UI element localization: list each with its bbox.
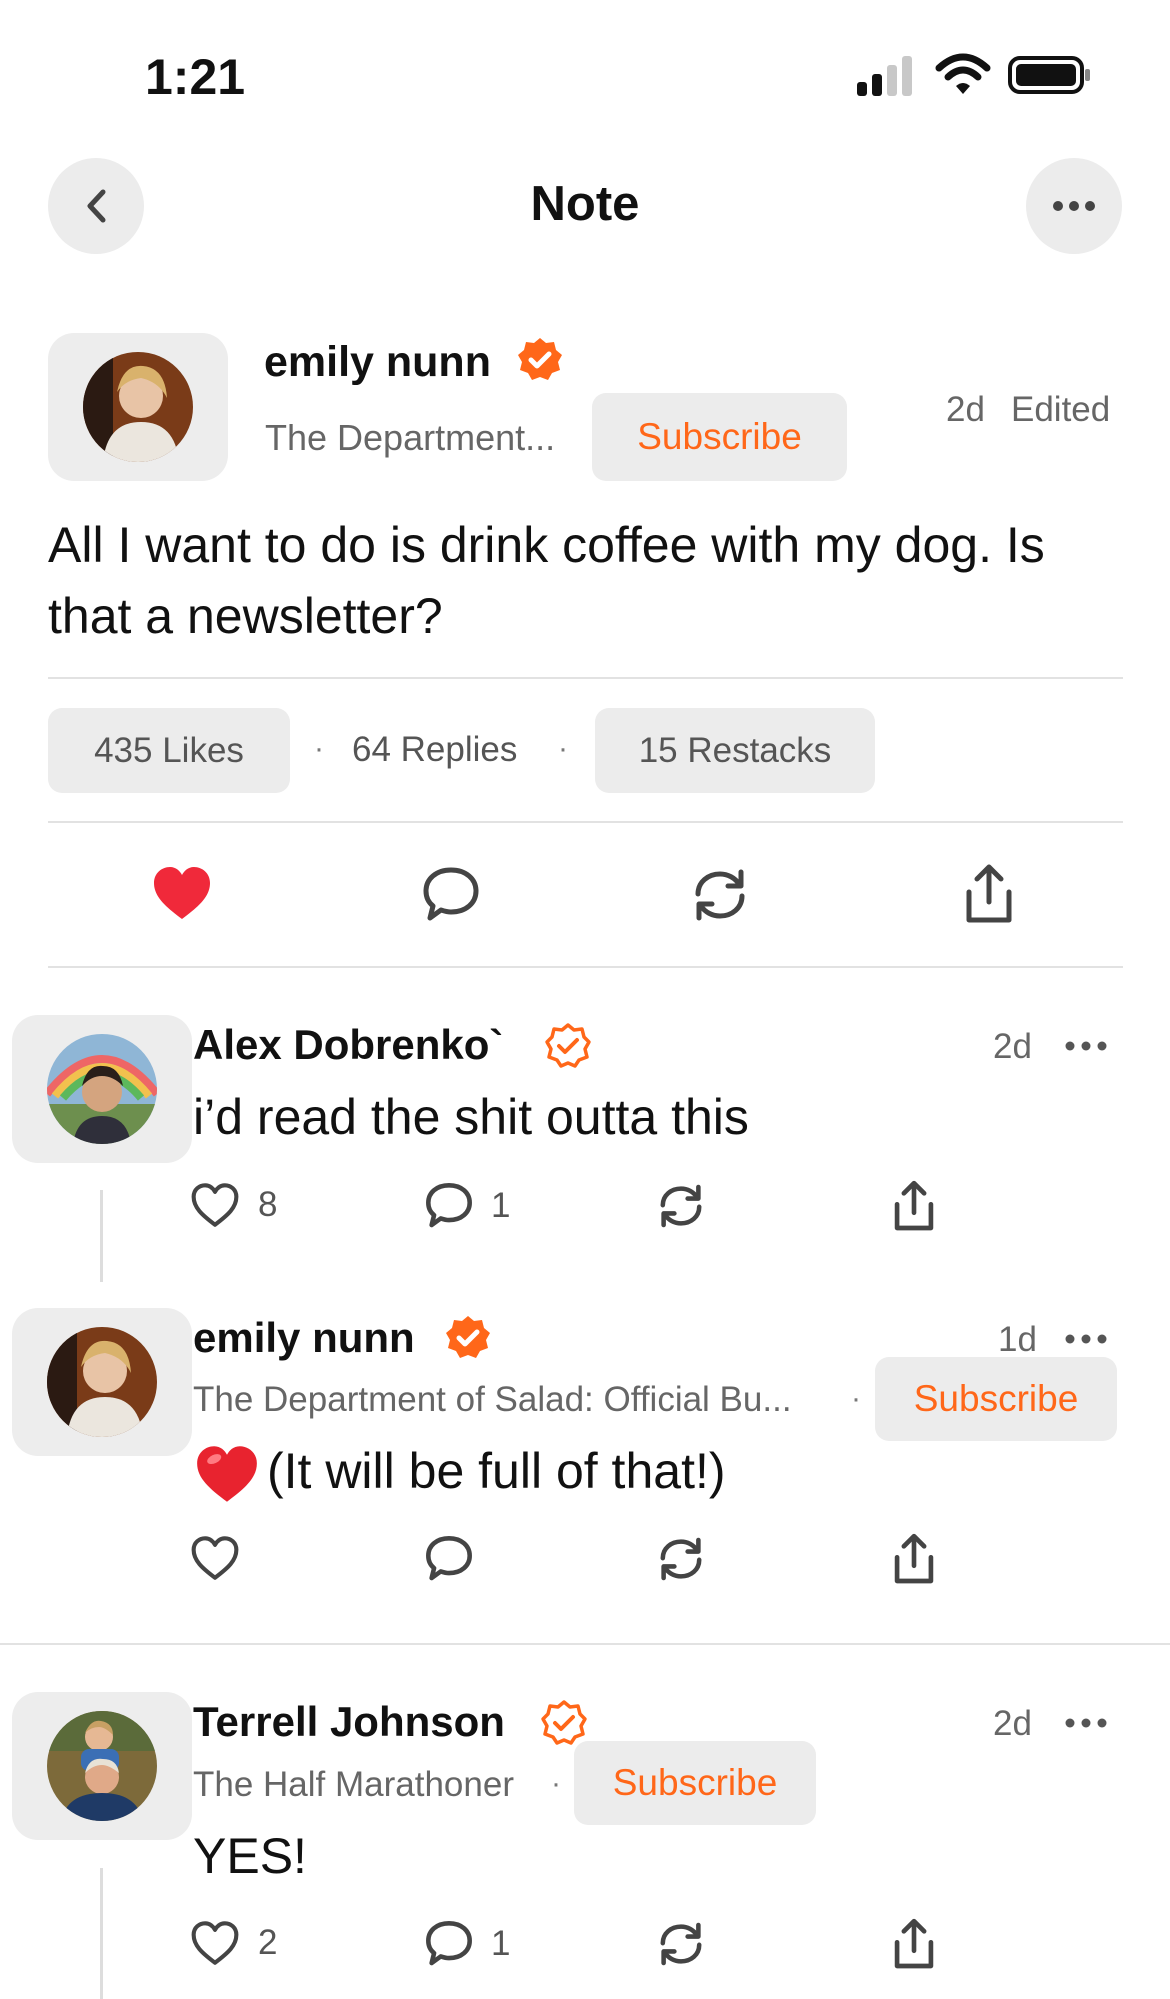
reply-comment-button[interactable]	[425, 1535, 473, 1583]
heart-outline-icon	[191, 1536, 239, 1580]
battery-icon	[1008, 56, 1090, 94]
verified-badge-icon	[518, 338, 562, 380]
subscribe-button[interactable]: Subscribe	[875, 1357, 1117, 1441]
reply-like-button[interactable]: 8	[190, 1182, 277, 1228]
restack-icon	[660, 1184, 702, 1228]
page-title: Note	[530, 177, 640, 231]
verified-badge-icon	[446, 1316, 490, 1358]
reply-body: (It will be full of that!)	[267, 1443, 726, 1499]
share-button[interactable]	[963, 864, 1015, 924]
reply-timestamp: 1d	[998, 1320, 1037, 1359]
reply-timestamp: 2d	[993, 1704, 1032, 1743]
restack-icon	[695, 869, 745, 921]
reply-restack-button[interactable]	[656, 1182, 706, 1230]
likes-count-button[interactable]: 435 Likes	[48, 708, 290, 793]
post-timestamp: 2d	[946, 390, 985, 429]
divider	[48, 966, 1123, 968]
like-count: 2	[258, 1923, 278, 1962]
subscribe-button[interactable]: Subscribe	[592, 393, 847, 481]
reply-share-button[interactable]	[892, 1180, 936, 1232]
wifi-icon	[935, 53, 991, 94]
restack-button[interactable]	[690, 866, 750, 924]
reply-avatar-button[interactable]	[12, 1308, 192, 1456]
reply-like-button[interactable]: 2	[190, 1920, 277, 1966]
restack-icon	[660, 1922, 702, 1966]
reply-body: i’d read the shit outta this	[193, 1089, 749, 1145]
separator-dot: ·	[314, 732, 324, 765]
share-icon	[894, 1180, 934, 1231]
red-heart-emoji-icon	[197, 1446, 257, 1502]
avatar	[47, 1034, 157, 1144]
publication-name[interactable]: The Half Marathoner	[193, 1765, 514, 1805]
ellipsis-icon	[1053, 201, 1095, 211]
comment-count: 1	[491, 1924, 511, 1963]
reply-comment-button[interactable]: 1	[425, 1920, 510, 1968]
separator-dot: ·	[558, 732, 568, 765]
share-icon	[894, 1918, 934, 1969]
like-button[interactable]	[152, 865, 212, 921]
publication-name[interactable]: The Department of Salad: Official Bu...	[193, 1380, 843, 1420]
thread-line	[100, 1868, 103, 1999]
heart-outline-icon	[191, 1183, 239, 1227]
separator-dot: ·	[551, 1767, 561, 1800]
divider	[0, 1643, 1170, 1645]
verified-badge-outline-icon	[545, 1023, 591, 1068]
reply-more-icon[interactable]	[1065, 1333, 1107, 1345]
reply-more-icon[interactable]	[1065, 1717, 1107, 1729]
status-time: 1:21	[145, 49, 246, 105]
more-options-button[interactable]	[1026, 158, 1122, 254]
reply-restack-button[interactable]	[656, 1535, 706, 1583]
reply-button[interactable]	[422, 866, 480, 924]
comment-count: 1	[491, 1186, 511, 1225]
replies-count[interactable]: 64 Replies	[352, 730, 517, 770]
reply-timestamp: 2d	[993, 1027, 1032, 1066]
reply-body: YES!	[193, 1828, 307, 1884]
note-screen: 1:21 Note emily nunn The Department... S…	[0, 0, 1170, 1999]
edited-label: Edited	[1011, 390, 1111, 429]
post-body: All I want to do is drink coffee with my…	[48, 517, 1045, 644]
signal-icon	[857, 56, 912, 96]
subscribe-button[interactable]: Subscribe	[574, 1741, 816, 1825]
avatar	[83, 352, 193, 462]
comment-icon	[423, 867, 479, 921]
heart-filled-icon	[154, 867, 210, 919]
divider	[48, 821, 1123, 823]
author-avatar-button[interactable]	[48, 333, 228, 481]
reply-author-name[interactable]: Alex Dobrenko`	[193, 1021, 503, 1069]
share-icon	[966, 864, 1012, 923]
reply-share-button[interactable]	[892, 1918, 936, 1970]
author-name[interactable]: emily nunn	[264, 338, 491, 387]
restacks-count-button[interactable]: 15 Restacks	[595, 708, 875, 793]
comment-icon	[426, 1921, 472, 1966]
avatar	[47, 1327, 157, 1437]
reply-author-name[interactable]: Terrell Johnson	[193, 1698, 505, 1746]
reply-share-button[interactable]	[892, 1533, 936, 1585]
verified-badge-outline-icon	[541, 1700, 587, 1745]
share-icon	[894, 1533, 934, 1584]
heart-outline-icon	[191, 1921, 239, 1965]
reply-avatar-button[interactable]	[12, 1015, 192, 1163]
reply-comment-button[interactable]: 1	[425, 1182, 510, 1230]
reply-like-button[interactable]	[190, 1535, 240, 1581]
reply-more-icon[interactable]	[1065, 1040, 1107, 1052]
reply-author-name[interactable]: emily nunn	[193, 1314, 415, 1362]
reply-restack-button[interactable]	[656, 1920, 706, 1968]
publication-name[interactable]: The Department...	[265, 417, 595, 459]
comment-icon	[426, 1536, 472, 1581]
divider	[48, 677, 1123, 679]
avatar	[47, 1711, 157, 1821]
like-count: 8	[258, 1185, 278, 1224]
separator-dot: ·	[851, 1382, 861, 1415]
restack-icon	[660, 1537, 702, 1581]
comment-icon	[426, 1183, 472, 1228]
thread-line	[100, 1190, 103, 1282]
reply-avatar-button[interactable]	[12, 1692, 192, 1840]
